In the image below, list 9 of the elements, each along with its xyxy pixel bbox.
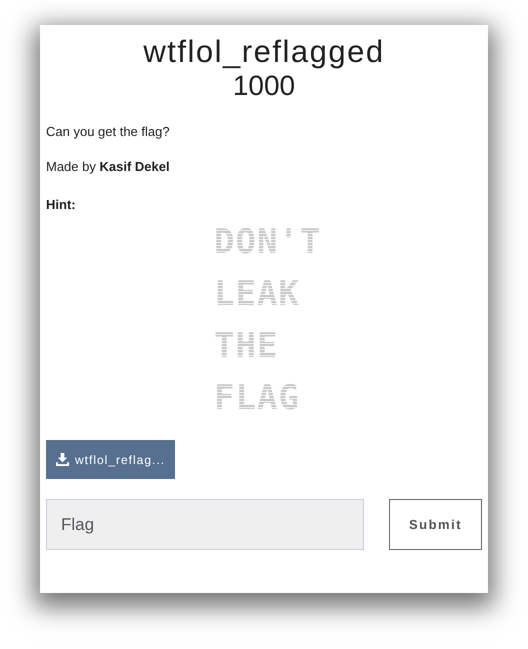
hint-label: Hint: — [46, 196, 77, 214]
download-icon — [56, 453, 69, 466]
description-text: Can you get the flag? — [46, 124, 171, 138]
flag-input-field[interactable]: Flag — [46, 499, 364, 550]
description-text: Made by Kasif Dekel — [46, 160, 171, 173]
challenge-title: wtflol_reflagged — [142, 35, 386, 70]
challenge-points: 1000 — [232, 69, 296, 103]
submit-button[interactable]: Submit — [389, 499, 482, 550]
download-button[interactable]: wtflol_reflag... — [46, 440, 176, 480]
